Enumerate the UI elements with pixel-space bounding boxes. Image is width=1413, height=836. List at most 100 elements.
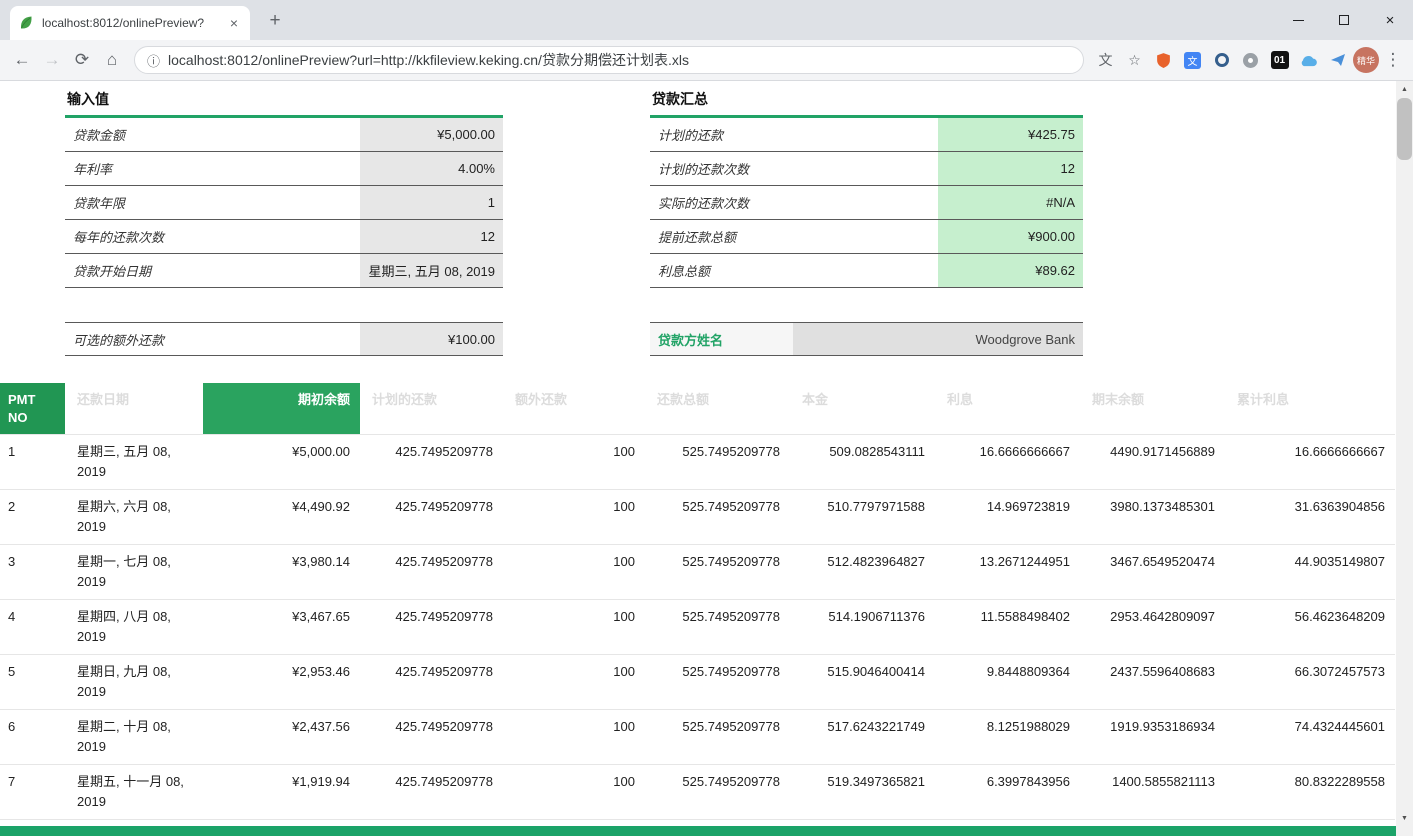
browser-menu-icon[interactable]: ⋮ (1381, 50, 1405, 70)
vertical-scrollbar[interactable]: ▲ ▼ (1396, 81, 1413, 826)
ring-extension-icon[interactable] (1208, 47, 1235, 74)
input-row-value: 4.00% (360, 152, 503, 185)
gray-extension-icon[interactable] (1237, 47, 1264, 74)
forward-button[interactable]: → (38, 46, 66, 74)
reload-button[interactable]: ⟳ (68, 46, 96, 74)
cell-interest: 8.1251988029 (935, 710, 1080, 764)
cell-total-payment: 525.7495209778 (645, 655, 790, 709)
header-total-payment: 还款总额 (645, 383, 790, 434)
cell-cumulative-interest: 74.4324445601 (1225, 710, 1395, 764)
profile-avatar[interactable]: 精华 (1353, 47, 1379, 73)
scroll-up-icon[interactable]: ▲ (1396, 81, 1413, 97)
input-row-label: 贷款金额 (65, 118, 360, 151)
badge-extension-icon[interactable]: 01 (1266, 47, 1293, 74)
input-row: 贷款开始日期星期三, 五月 08, 2019 (65, 254, 503, 288)
window-controls: × (1275, 0, 1413, 40)
new-tab-button[interactable]: + (262, 8, 288, 34)
cell-payment-date: 星期五, 十一月 08, 2019 (65, 765, 203, 819)
cell-beginning-balance: ¥3,980.14 (203, 545, 360, 599)
cell-extra-payment: 100 (503, 600, 645, 654)
home-button[interactable]: ⌂ (98, 46, 126, 74)
cell-ending-balance: 3467.6549520474 (1080, 545, 1225, 599)
cell-beginning-balance: ¥2,953.46 (203, 655, 360, 709)
browser-toolbar: ← → ⟳ ⌂ ⓘ localhost:8012/onlinePreview?u… (0, 40, 1413, 81)
tab-strip: localhost:8012/onlinePreview? × + × (0, 0, 1413, 40)
input-row: 每年的还款次数12 (65, 220, 503, 254)
extra-payment-value: ¥100.00 (360, 323, 503, 355)
browser-tab[interactable]: localhost:8012/onlinePreview? × (10, 6, 250, 40)
bookmark-star-icon[interactable]: ☆ (1121, 47, 1148, 74)
cell-cumulative-interest: 80.8322289558 (1225, 765, 1395, 819)
cell-ending-balance: 1919.9353186934 (1080, 710, 1225, 764)
back-button[interactable]: ← (8, 46, 36, 74)
shield-extension-icon[interactable] (1150, 47, 1177, 74)
input-row-value: 星期三, 五月 08, 2019 (360, 254, 503, 287)
cell-ending-balance: 4490.9171456889 (1080, 435, 1225, 489)
blue-translate-glyph: 文 (1184, 52, 1201, 69)
amortization-table: PMT NO还款日期期初余额计划的还款额外还款还款总额本金利息期末余额累计利息 … (0, 383, 1395, 826)
input-row-label: 每年的还款次数 (65, 220, 360, 253)
page-info-icon[interactable]: ⓘ (147, 51, 160, 70)
header-extra-payment: 额外还款 (503, 383, 645, 434)
summary-rows: 计划的还款¥425.75计划的还款次数12实际的还款次数#N/A提前还款总额¥9… (650, 118, 1083, 288)
table-row: 7星期五, 十一月 08, 2019¥1,919.94425.749520977… (0, 765, 1395, 820)
header-payment-date: 还款日期 (65, 383, 203, 434)
table-row: 3星期一, 七月 08, 2019¥3,980.14425.7495209778… (0, 545, 1395, 600)
summary-row: 计划的还款¥425.75 (650, 118, 1083, 152)
tab-title: localhost:8012/onlinePreview? (42, 16, 218, 30)
lender-label: 贷款方姓名 (650, 323, 793, 355)
cell-principal: 517.6243221749 (790, 710, 935, 764)
header-ending-balance: 期末余额 (1080, 383, 1225, 434)
cell-pmt-no: 4 (0, 600, 65, 654)
summary-panel-title: 贷款汇总 (650, 85, 1083, 118)
cell-ending-balance: 1400.5855821113 (1080, 765, 1225, 819)
cell-pmt-no: 7 (0, 765, 65, 819)
cell-scheduled-payment: 425.7495209778 (360, 435, 503, 489)
cell-pmt-no: 2 (0, 490, 65, 544)
header-beginning-balance: 期初余额 (203, 383, 360, 434)
cell-scheduled-payment: 425.7495209778 (360, 600, 503, 654)
summary-row-label: 利息总额 (650, 254, 938, 287)
cell-cumulative-interest: 66.3072457573 (1225, 655, 1395, 709)
close-button[interactable]: × (1367, 0, 1413, 40)
cell-payment-date: 星期一, 七月 08, 2019 (65, 545, 203, 599)
summary-row-value: #N/A (938, 186, 1083, 219)
cell-pmt-no: 5 (0, 655, 65, 709)
summary-row-value: 12 (938, 152, 1083, 185)
cell-total-payment: 525.7495209778 (645, 765, 790, 819)
cell-interest: 13.2671244951 (935, 545, 1080, 599)
cell-beginning-balance: ¥1,919.94 (203, 765, 360, 819)
cell-scheduled-payment: 425.7495209778 (360, 545, 503, 599)
blue-translate-extension-icon[interactable]: 文 (1179, 47, 1206, 74)
input-row: 年利率4.00% (65, 152, 503, 186)
translate-icon[interactable]: 文 (1092, 47, 1119, 74)
table-row: 6星期二, 十月 08, 2019¥2,437.56425.7495209778… (0, 710, 1395, 765)
summary-row: 实际的还款次数#N/A (650, 186, 1083, 220)
summary-row-label: 实际的还款次数 (650, 186, 938, 219)
cell-cumulative-interest: 31.6363904856 (1225, 490, 1395, 544)
cell-extra-payment: 100 (503, 545, 645, 599)
minimize-button[interactable] (1275, 0, 1321, 40)
maximize-button[interactable] (1321, 0, 1367, 40)
address-bar[interactable]: ⓘ localhost:8012/onlinePreview?url=http:… (134, 46, 1084, 74)
tab-close-icon[interactable]: × (226, 15, 242, 31)
scroll-down-icon[interactable]: ▼ (1396, 810, 1413, 826)
amortization-table-body: 1星期三, 五月 08, 2019¥5,000.00425.7495209778… (0, 435, 1395, 826)
cloud-extension-icon[interactable] (1295, 47, 1322, 74)
table-row: 4星期四, 八月 08, 2019¥3,467.65425.7495209778… (0, 600, 1395, 655)
header-cumulative-interest: 累计利息 (1225, 383, 1395, 434)
cell-pmt-no: 6 (0, 710, 65, 764)
bottom-green-bar (0, 826, 1396, 836)
summary-row: 计划的还款次数12 (650, 152, 1083, 186)
cell-payment-date: 星期二, 十月 08, 2019 (65, 710, 203, 764)
cell-beginning-balance: ¥2,437.56 (203, 710, 360, 764)
summary-row-value: ¥425.75 (938, 118, 1083, 151)
table-row: 2星期六, 六月 08, 2019¥4,490.92425.7495209778… (0, 490, 1395, 545)
input-row: 贷款年限1 (65, 186, 503, 220)
scrollbar-thumb[interactable] (1397, 98, 1412, 160)
cell-payment-date: 星期六, 六月 08, 2019 (65, 490, 203, 544)
input-panel-title: 输入值 (65, 85, 503, 118)
input-panel: 输入值 贷款金额¥5,000.00年利率4.00%贷款年限1每年的还款次数12贷… (65, 85, 503, 356)
cell-scheduled-payment: 425.7495209778 (360, 765, 503, 819)
blue-bird-extension-icon[interactable] (1324, 47, 1351, 74)
